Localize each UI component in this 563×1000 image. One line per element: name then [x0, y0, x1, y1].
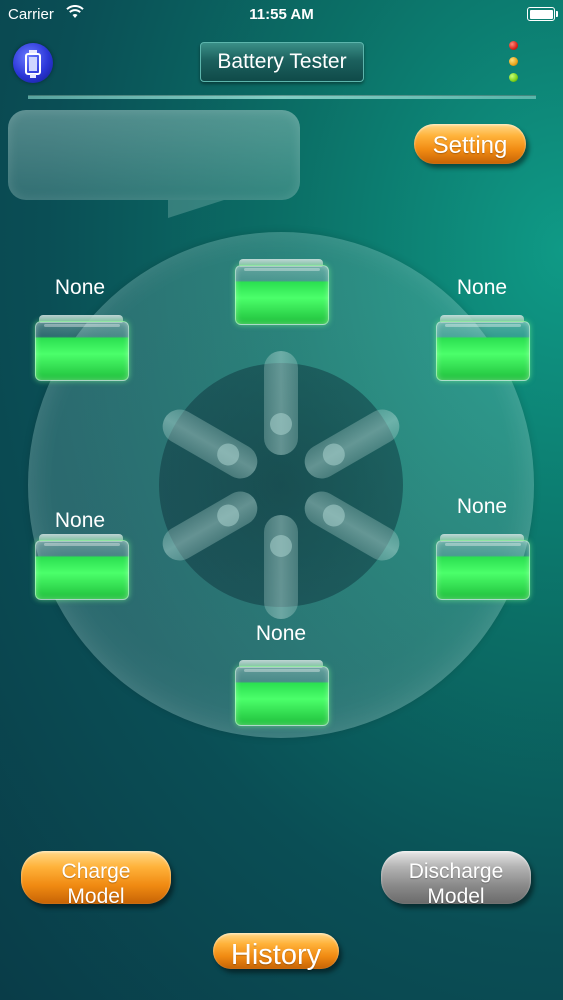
charge-model-button[interactable]: Charge Model — [21, 851, 171, 908]
dial-hub — [156, 351, 406, 619]
dial-spoke — [298, 485, 406, 567]
battery-slot-upper-right[interactable] — [436, 315, 530, 381]
battery-full-icon — [527, 7, 558, 21]
battery-slot-upper-left[interactable] — [35, 315, 129, 381]
dial-spoke — [156, 403, 264, 485]
battery-cell-icon — [436, 321, 530, 381]
red-light-icon — [509, 41, 518, 50]
battery-cell-icon — [35, 321, 129, 381]
clock: 11:55 AM — [249, 6, 314, 23]
battery-cell-icon — [35, 540, 129, 600]
green-light-icon — [509, 73, 518, 82]
slot-label-bottom: None — [255, 622, 307, 645]
dial-spoke — [264, 515, 298, 619]
yellow-light-icon — [509, 57, 518, 66]
battery-slot-lower-left[interactable] — [35, 534, 129, 600]
slot-label-upper-left: None — [54, 276, 106, 299]
dial-spoke — [298, 403, 406, 485]
charge-button-line2: Model — [67, 885, 125, 908]
discharge-button-line2: Model — [427, 885, 485, 908]
slot-label-upper-right: None — [456, 276, 508, 299]
battery-slot-top[interactable] — [235, 259, 329, 325]
message-bubble — [8, 110, 300, 200]
history-button[interactable]: History — [213, 933, 339, 971]
discharge-model-button[interactable]: Discharge Model — [381, 851, 531, 908]
discharge-button-line1: Discharge — [408, 860, 504, 883]
battery-slot-lower-right[interactable] — [436, 534, 530, 600]
battery-cell-icon — [235, 265, 329, 325]
charge-button-line1: Charge — [61, 860, 131, 883]
status-bar: Carrier 11:55 AM — [0, 0, 563, 30]
header-divider — [28, 95, 536, 99]
battery-cell-icon — [235, 666, 329, 726]
dial-spoke — [264, 351, 298, 455]
setting-button[interactable]: Setting — [414, 124, 526, 164]
battery-cell-logo-icon[interactable] — [13, 43, 53, 83]
message-bubble-tail — [168, 200, 224, 218]
slot-label-lower-right: None — [456, 495, 508, 518]
battery-cell-icon — [436, 540, 530, 600]
battery-slot-bottom[interactable] — [235, 660, 329, 726]
indicator-lights — [508, 40, 520, 84]
dial-spoke — [156, 485, 264, 567]
slot-label-lower-left: None — [54, 509, 106, 532]
page-title: Battery Tester — [200, 42, 364, 82]
